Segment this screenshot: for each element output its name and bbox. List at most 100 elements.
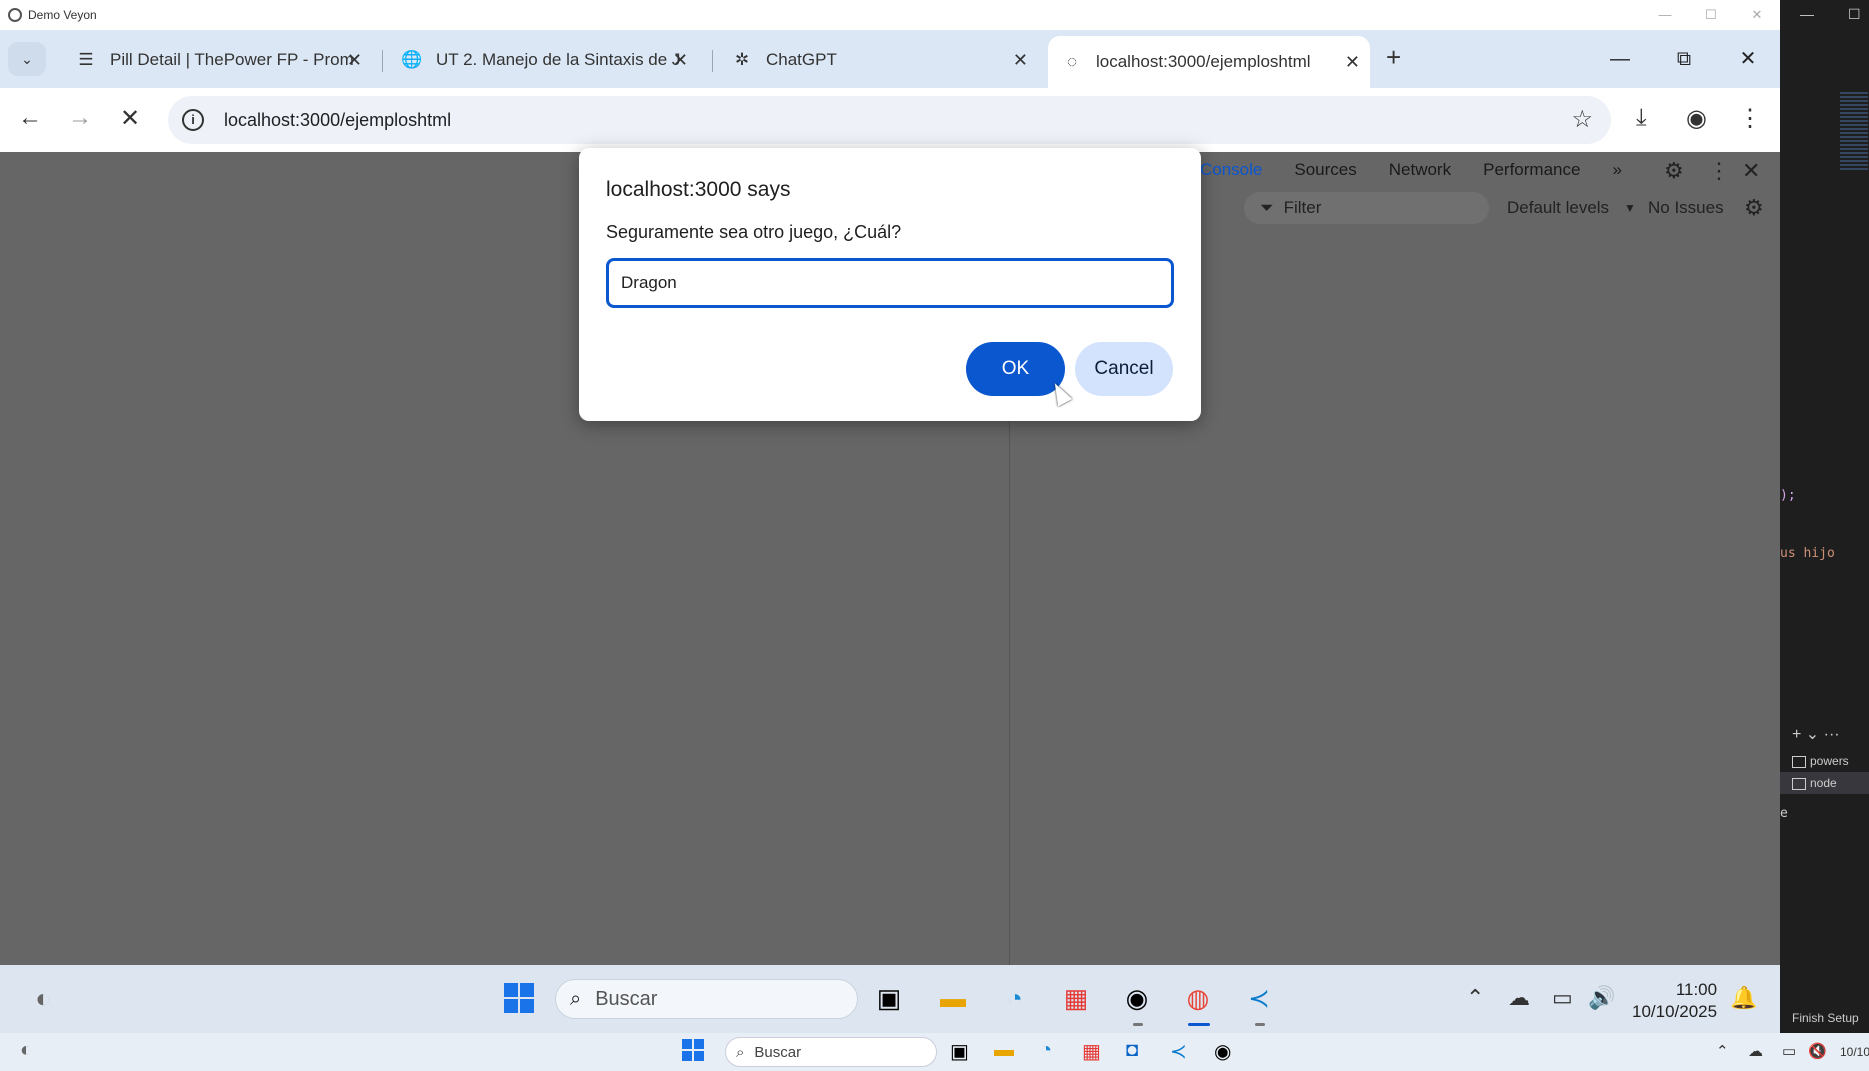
close-icon[interactable]: ✕ [673, 50, 688, 71]
network-icon[interactable]: ▭ [1552, 985, 1573, 1011]
profile-icon[interactable]: ◉ [1686, 104, 1707, 133]
log-levels-dropdown[interactable]: Default levels [1507, 198, 1609, 218]
terminal-item[interactable]: powers [1780, 750, 1869, 772]
tray-chevron-up-icon[interactable]: ⌃ [1716, 1042, 1729, 1060]
devtools-tabs: Console Sources Network Performance » [1200, 152, 1654, 188]
prompt-dialog: localhost:3000 says Seguramente sea otro… [579, 148, 1201, 421]
tab[interactable]: ☰ Pill Detail | ThePower FP - Prom ✕ [62, 38, 372, 82]
volume-icon[interactable]: 🔊 [1588, 985, 1615, 1011]
edge-icon[interactable]: ◔ [1040, 1039, 1052, 1062]
tab-active[interactable]: ◌ localhost:3000/ejemploshtml ✕ [1048, 36, 1370, 88]
edge-icon[interactable]: ◔ [996, 979, 1034, 1017]
more-tabs-icon[interactable]: » [1612, 160, 1621, 180]
veyon-title: Demo Veyon [28, 8, 97, 22]
clock-date: 10/10/2025 [1632, 1002, 1718, 1021]
host-search[interactable]: ⌕ Buscar [725, 1037, 937, 1067]
running-indicator [1188, 1023, 1210, 1026]
search-placeholder: Buscar [754, 1043, 802, 1061]
finish-setup-label[interactable]: Finish Setup [1792, 1011, 1859, 1025]
openai-icon: ✲ [734, 50, 750, 69]
cloud-offline-icon[interactable]: ☁ [1508, 985, 1530, 1011]
restore-icon[interactable]: ⧉ [1652, 30, 1716, 88]
maximize-icon[interactable]: ☐ [1688, 0, 1734, 30]
cancel-button[interactable]: Cancel [1075, 342, 1173, 396]
close-icon[interactable]: ✕ [1345, 52, 1360, 73]
code-fragment: e [1780, 806, 1788, 821]
taskbar: ◐ ⌕ Buscar ▣ ▬ ◔ ▦ ◉ ◍ ≺ ⌃ ☁ ▭ 🔊 11:00 1… [0, 965, 1780, 1033]
editor-minimize-icon[interactable]: — [1800, 6, 1814, 22]
new-tab-icon[interactable]: + [1386, 42, 1401, 73]
chrome-icon[interactable]: ◍ [1179, 979, 1217, 1017]
devtools-settings-icon[interactable]: ⚙ [1664, 158, 1684, 184]
console-filter-input[interactable]: ⏷ Filter [1244, 192, 1489, 224]
tab-performance[interactable]: Performance [1483, 160, 1580, 180]
background-editor: — ☐ ); us hijo e + ⌄ ··· [1780, 0, 1869, 1071]
bookmark-star-icon[interactable]: ☆ [1571, 105, 1593, 134]
veyon-icon[interactable]: ◉ [1214, 1039, 1231, 1064]
add-terminal-icon[interactable]: + ⌄ ··· [1792, 724, 1840, 744]
outlook-icon[interactable]: ◘ [1126, 1039, 1138, 1062]
vscode-icon[interactable]: ≺ [1240, 979, 1278, 1017]
veyon-titlebar: Demo Veyon — ☐ ✕ [0, 0, 1780, 30]
address-bar[interactable]: i localhost:3000/ejemploshtml ☆ [168, 96, 1611, 144]
tab[interactable]: 🌐 UT 2. Manejo de la Sintaxis de J ✕ [388, 38, 698, 82]
editor-minimap [1840, 92, 1868, 172]
tab-label: Pill Detail | ThePower FP - Prom [110, 50, 354, 69]
vscode-icon[interactable]: ≺ [1170, 1039, 1187, 1064]
taskbar-search[interactable]: ⌕ Buscar [555, 979, 858, 1019]
tab-separator [382, 50, 383, 72]
host-taskbar: ◐ ⌕ Buscar ▣ ▬ ◔ ▦ ◘ ≺ ◉ ⌃ ☁ ▭ 🔇 10/10 F… [0, 1011, 1869, 1071]
editor-maximize-icon[interactable]: ☐ [1848, 6, 1861, 23]
stop-loading-icon[interactable]: ✕ [120, 104, 140, 133]
task-view-icon[interactable]: ▣ [950, 1039, 969, 1064]
network-icon[interactable]: ▭ [1782, 1042, 1796, 1060]
tab-search-chevron-icon[interactable]: ⌄ [8, 42, 46, 76]
console-settings-icon[interactable]: ⚙ [1744, 195, 1764, 221]
back-icon[interactable]: ← [18, 104, 42, 132]
devtools-menu-icon[interactable]: ⋮ [1708, 158, 1730, 184]
notifications-icon[interactable]: 🔔 [1730, 985, 1757, 1011]
search-icon: ⌕ [736, 1043, 745, 1061]
filter-placeholder: Filter [1283, 198, 1322, 217]
tab[interactable]: ✲ ChatGPT ✕ [718, 38, 1038, 82]
store-icon[interactable]: ▦ [1082, 1039, 1101, 1064]
minimize-icon[interactable]: — [1588, 30, 1652, 88]
search-placeholder: Buscar [595, 987, 658, 1010]
tab-console[interactable]: Console [1200, 160, 1262, 180]
devtools-close-icon[interactable]: ✕ [1742, 158, 1760, 184]
search-icon: ⌕ [570, 987, 582, 1010]
close-icon[interactable]: ✕ [1734, 0, 1780, 30]
tab-label: UT 2. Manejo de la Sintaxis de J [436, 50, 681, 69]
store-icon[interactable]: ▦ [1057, 979, 1095, 1017]
tray-chevron-up-icon[interactable]: ⌃ [1466, 985, 1484, 1011]
cloud-offline-icon[interactable]: ☁ [1748, 1042, 1763, 1060]
start-windows-icon[interactable] [500, 979, 538, 1017]
mute-icon[interactable]: 🔇 [1808, 1042, 1827, 1060]
tab-sources[interactable]: Sources [1294, 160, 1356, 180]
close-icon[interactable]: ✕ [347, 50, 362, 71]
file-explorer-icon[interactable]: ▬ [994, 1039, 1014, 1062]
issues-count[interactable]: No Issues [1648, 198, 1724, 218]
terminal-item[interactable]: node [1780, 772, 1869, 794]
clock-time: 11:00 [1675, 980, 1718, 999]
widgets-icon[interactable]: ◐ [20, 1039, 32, 1062]
download-icon[interactable]: ⤓ [1636, 104, 1647, 132]
lines-icon: ☰ [78, 50, 94, 69]
prompt-input[interactable] [606, 258, 1174, 308]
clock[interactable]: 11:00 10/10/2025 [1632, 979, 1717, 1023]
task-view-icon[interactable]: ▣ [870, 979, 908, 1017]
start-windows-icon[interactable] [682, 1039, 704, 1061]
veyon-icon[interactable]: ◉ [1118, 979, 1156, 1017]
close-icon[interactable]: ✕ [1716, 30, 1780, 88]
forward-icon[interactable]: → [68, 104, 92, 132]
host-date[interactable]: 10/10 [1840, 1045, 1869, 1059]
tab-network[interactable]: Network [1389, 160, 1451, 180]
minimize-icon[interactable]: — [1642, 0, 1688, 30]
close-icon[interactable]: ✕ [1013, 50, 1028, 71]
file-explorer-icon[interactable]: ▬ [934, 979, 972, 1017]
url-text[interactable]: localhost:3000/ejemploshtml [224, 110, 451, 131]
site-info-icon[interactable]: i [182, 109, 204, 131]
menu-kebab-icon[interactable]: ⋮ [1738, 104, 1762, 133]
widgets-icon[interactable]: ◐ [24, 979, 62, 1017]
console-filter-bar: ⏷ Filter Default levels ▼ No Issues ⚙ [1200, 190, 1780, 226]
